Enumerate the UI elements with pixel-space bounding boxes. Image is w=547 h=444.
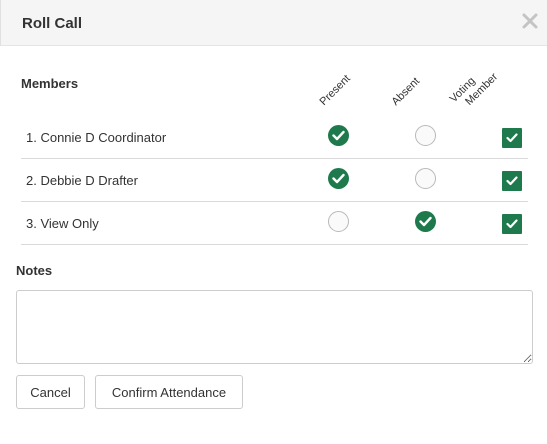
absent-radio[interactable] [415,125,436,146]
close-icon[interactable] [521,12,539,30]
member-row: 3. View Only [21,202,528,245]
cancel-button[interactable]: Cancel [16,375,85,409]
voting-member-column-header: Voting Member [448,62,501,115]
dialog-title: Roll Call [22,15,83,32]
absent-radio[interactable] [415,168,436,189]
roll-call-dialog: Roll Call Members Present Absent Voting … [0,0,547,444]
member-name: 3. View Only [26,216,99,231]
dialog-header: Roll Call [0,0,547,46]
present-radio[interactable] [328,125,349,146]
absent-radio[interactable] [415,211,436,232]
notes-label: Notes [16,263,53,278]
voting-member-checkbox[interactable] [502,171,522,191]
member-name: 2. Debbie D Drafter [26,173,138,188]
voting-member-checkbox[interactable] [502,128,522,148]
notes-textarea[interactable] [16,290,533,364]
voting-member-checkbox[interactable] [502,214,522,234]
present-radio[interactable] [328,211,349,232]
present-column-header: Present [317,72,353,108]
member-name: 1. Connie D Coordinator [26,130,167,145]
members-heading: Members [21,76,79,91]
present-radio[interactable] [328,168,349,189]
absent-column-header: Absent [389,75,423,108]
member-row: 2. Debbie D Drafter [21,159,528,202]
confirm-attendance-button[interactable]: Confirm Attendance [95,375,243,409]
member-row: 1. Connie D Coordinator [21,116,528,159]
